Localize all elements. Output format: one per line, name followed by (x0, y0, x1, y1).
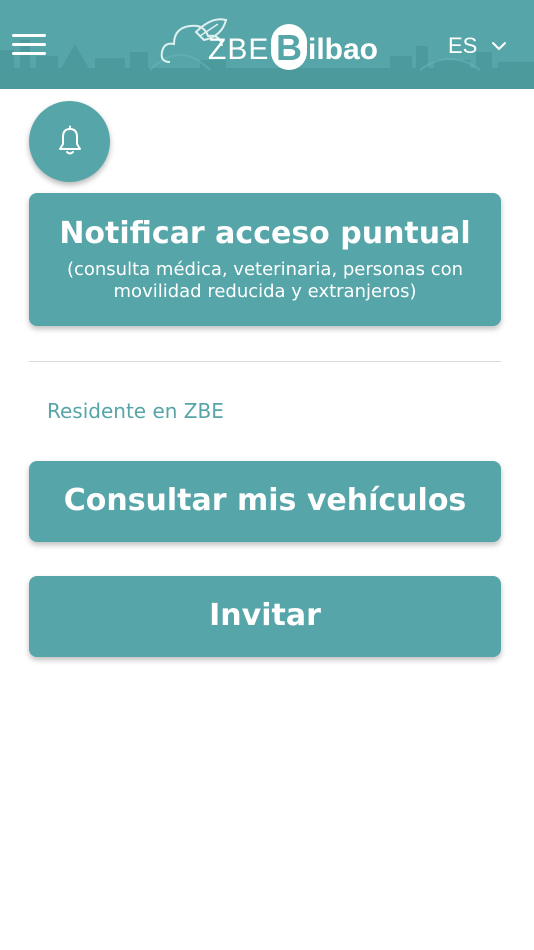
resident-section-label: Residente en ZBE (47, 399, 224, 423)
notify-access-subtitle: (consulta médica, veterinaria, personas … (66, 259, 464, 302)
chevron-down-icon (492, 42, 506, 50)
notify-access-title: Notificar acceso puntual (59, 216, 471, 251)
view-vehicles-label: Consultar mis vehículos (63, 483, 467, 518)
logo-b-letter: B (276, 27, 302, 68)
notifications-button[interactable] (29, 101, 110, 182)
hamburger-menu-icon[interactable] (12, 30, 48, 60)
invite-label: Invitar (209, 598, 321, 633)
notify-access-button[interactable]: Notificar acceso puntual (consulta médic… (29, 193, 501, 326)
view-vehicles-button[interactable]: Consultar mis vehículos (29, 461, 501, 542)
logo-b-badge: B (271, 24, 307, 70)
logo-zbe-text: ZBE (208, 33, 270, 66)
section-divider (29, 361, 501, 362)
bell-icon (59, 125, 81, 155)
invite-button[interactable]: Invitar (29, 576, 501, 657)
logo-ilbao-text: ilbao (308, 33, 379, 66)
app-header: ZBE B ilbao ES (0, 0, 534, 89)
zbe-bilbao-logo: ZBE B ilbao (160, 12, 380, 78)
language-selector[interactable]: ES (448, 30, 518, 62)
language-selected-value: ES (448, 33, 478, 58)
